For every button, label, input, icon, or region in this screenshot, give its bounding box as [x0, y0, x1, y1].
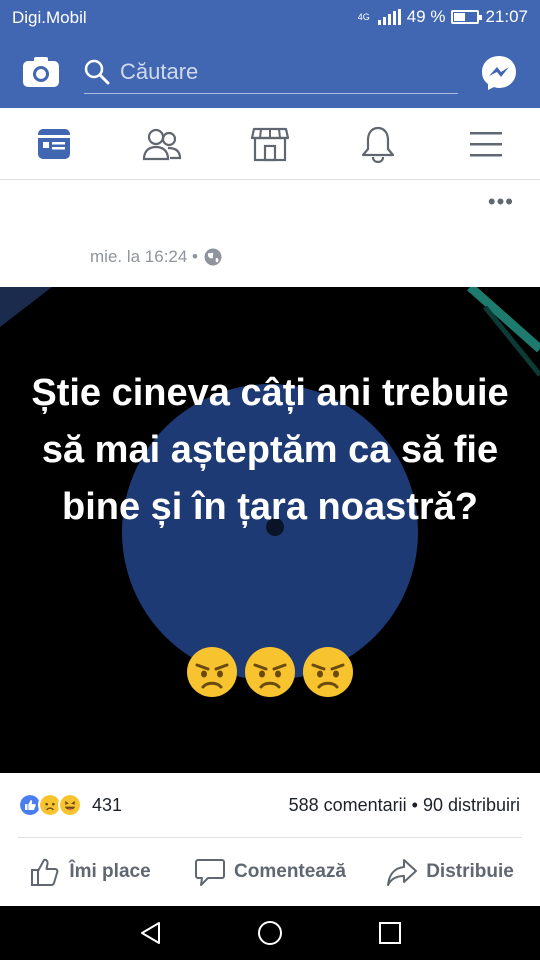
share-label: Distribuie: [426, 861, 514, 882]
battery-icon: [451, 10, 483, 24]
battery-percent: 49 %: [406, 7, 446, 26]
reaction-count: 431: [92, 794, 123, 815]
globe-icon: [204, 248, 222, 266]
post-image[interactable]: Știe cineva câți ani trebuie să mai aște…: [0, 287, 540, 773]
comment-label: Comentează: [234, 861, 346, 882]
status-bar: Digi.Mobil 4G 49 % 21:07: [0, 0, 540, 36]
home-icon[interactable]: [257, 920, 283, 946]
post-header: ••• mie. la 16:24 •: [0, 181, 540, 287]
post-timestamp[interactable]: mie. la 16:24 •: [90, 247, 198, 267]
comment-icon: [195, 859, 226, 886]
post-image-text: Știe cineva câți ani trebuie să mai aște…: [31, 372, 509, 528]
share-button[interactable]: Distribuie: [360, 838, 540, 906]
main-nav: [0, 108, 540, 180]
friends-icon: [142, 128, 182, 160]
tab-menu[interactable]: [432, 108, 540, 179]
back-icon[interactable]: [138, 920, 164, 946]
reaction-summary[interactable]: 431: [18, 793, 122, 817]
comment-button[interactable]: Comentează: [180, 838, 360, 906]
news-feed-icon: [38, 128, 70, 159]
camera-icon[interactable]: [22, 56, 60, 88]
angry-face-icon: [245, 647, 295, 697]
angry-face-icon: [187, 647, 237, 697]
post-options-button[interactable]: •••: [488, 189, 514, 215]
tab-marketplace[interactable]: [216, 108, 324, 179]
carrier-name: Digi.Mobil: [12, 8, 87, 27]
messenger-icon[interactable]: [480, 54, 518, 92]
thumbs-up-icon: [31, 858, 59, 886]
tab-friends[interactable]: [108, 108, 216, 179]
tab-notifications[interactable]: [324, 108, 432, 179]
app-bar: Căutare: [0, 36, 540, 108]
search-icon: [84, 59, 110, 84]
post-meta: mie. la 16:24 •: [90, 247, 222, 267]
store-icon: [251, 127, 289, 161]
status-indicators: 4G 49 % 21:07: [358, 7, 528, 27]
share-icon: [387, 859, 418, 886]
post-stats: 431 588 comentarii • 90 distribuiri: [0, 773, 540, 837]
clock: 21:07: [485, 7, 528, 26]
search-placeholder: Căutare: [120, 58, 199, 84]
recent-apps-icon[interactable]: [377, 920, 403, 946]
comments-shares-count[interactable]: 588 comentarii • 90 distribuiri: [289, 795, 520, 816]
like-button[interactable]: Îmi place: [0, 838, 180, 906]
emoji-row: [0, 645, 540, 699]
system-nav-bar: [0, 906, 540, 960]
like-label: Îmi place: [69, 861, 151, 882]
bell-icon: [361, 126, 395, 163]
angry-face-icon: [303, 647, 353, 697]
haha-reaction-icon: [58, 793, 82, 817]
search-bar[interactable]: Căutare: [84, 50, 458, 94]
signal-icon: [377, 9, 401, 25]
hamburger-icon: [470, 131, 502, 156]
tab-news-feed[interactable]: [0, 108, 108, 179]
network-type: 4G: [357, 11, 370, 22]
post-actions: Îmi place Comentează Distribuie: [0, 838, 540, 906]
